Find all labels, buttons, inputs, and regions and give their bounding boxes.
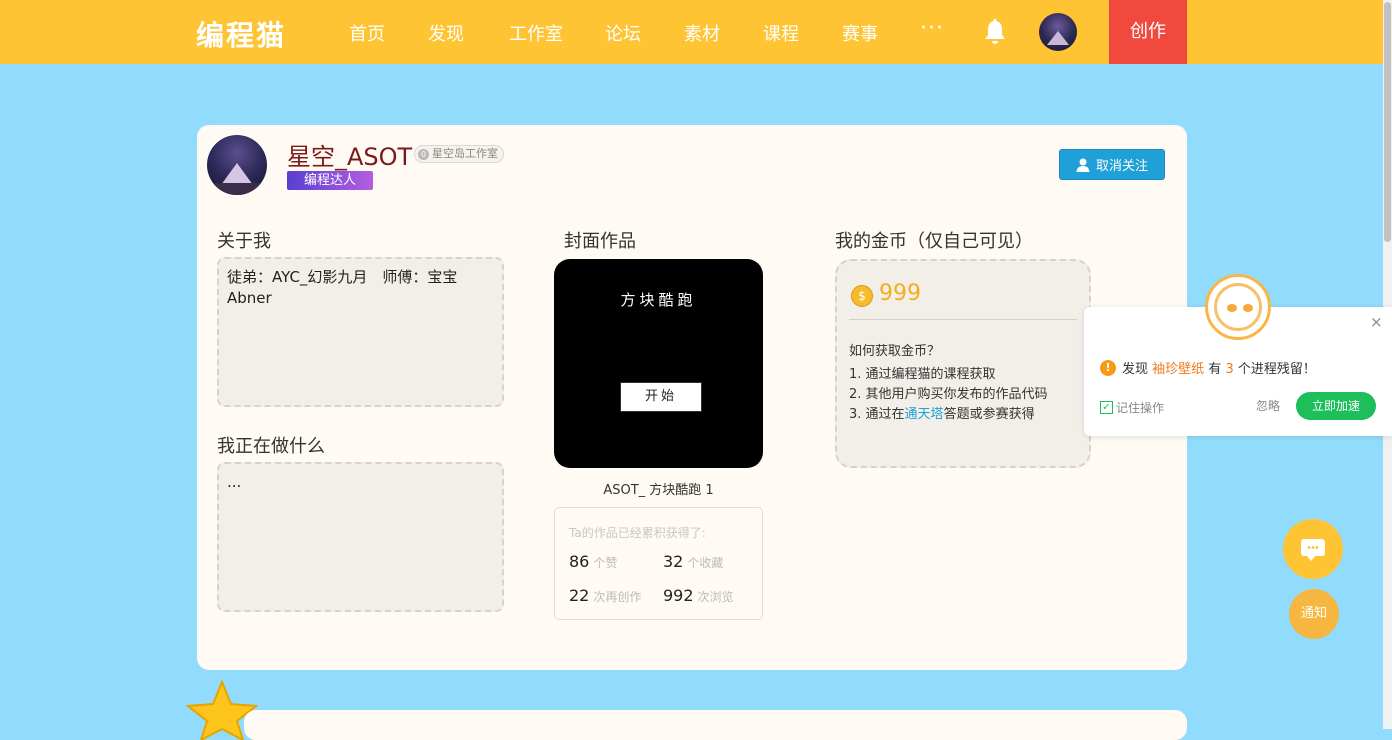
work-stats: Ta的作品已经累积获得了: 86 个赞 32 个收藏 22 次再创作 992 次浏览	[554, 507, 763, 620]
notice-button[interactable]: 通知	[1289, 589, 1339, 639]
coin-way-3: 3. 通过在通天塔答题或参赛获得	[849, 407, 1035, 422]
coins-box: $ 999 如何获取金币？ 1. 通过编程猫的课程获取 2. 其他用户购买你发布…	[835, 259, 1091, 468]
studio-badge[interactable]: 0 星空岛工作室	[414, 145, 504, 163]
site-logo[interactable]: 编程猫	[196, 14, 286, 54]
coin-way-2: 2. 其他用户购买你发布的作品代码	[849, 387, 1048, 402]
ignore-button[interactable]: 忽略	[1256, 397, 1280, 414]
chat-button[interactable]	[1283, 519, 1343, 579]
coins-title: 我的金币（仅自己可见）	[835, 231, 1033, 252]
nav-more-button[interactable]: ···	[920, 16, 944, 41]
coin-icon: $	[851, 285, 873, 307]
stat-likes: 86 个赞	[569, 552, 618, 571]
speed-up-button[interactable]: 立即加速	[1296, 392, 1376, 420]
stat-views: 992 次浏览	[663, 586, 734, 605]
top-navbar: 编程猫 首页 发现 工作室 论坛 素材 课程 赛事 ··· 创作	[0, 0, 1392, 64]
doing-title: 我正在做什么	[217, 436, 325, 457]
profile-avatar	[207, 135, 267, 195]
cover-art-start: 开始	[620, 382, 702, 412]
cover-work-image[interactable]: 方块酷跑 开始	[554, 259, 763, 468]
chat-bubble-icon	[1301, 539, 1325, 561]
warning-icon: !	[1100, 359, 1116, 376]
coin-way-1: 1. 通过编程猫的课程获取	[849, 367, 996, 382]
nav-home[interactable]: 首页	[349, 20, 385, 46]
about-title: 关于我	[217, 231, 271, 252]
tower-link[interactable]: 通天塔	[905, 407, 944, 422]
remember-checkbox[interactable]: ✓ 记住操作	[1100, 399, 1164, 416]
stat-remixes: 22 次再创作	[569, 586, 642, 605]
nav-contests[interactable]: 赛事	[842, 20, 878, 46]
check-icon: ✓	[1100, 401, 1113, 414]
about-box: 徒弟：AYC_幻影九月 师傅：宝宝Abner	[217, 257, 504, 407]
cover-title: 封面作品	[564, 231, 636, 252]
popup-message: ! 发现 袖珍壁纸 有 3 个进程残留！	[1100, 358, 1316, 377]
nav-studio[interactable]: 工作室	[509, 20, 563, 46]
profile-card: 星空_ASOT 0 星空岛工作室 编程达人 取消关注 关于我 徒弟：AYC_幻影…	[197, 125, 1187, 670]
close-icon[interactable]: ×	[1370, 313, 1383, 331]
stats-heading: Ta的作品已经累积获得了:	[569, 526, 706, 540]
nav-forum[interactable]: 论坛	[605, 20, 641, 46]
profile-username: 星空_ASOT	[287, 143, 413, 171]
unfollow-button[interactable]: 取消关注	[1059, 149, 1165, 180]
nav-courses[interactable]: 课程	[763, 20, 799, 46]
studio-name: 星空岛工作室	[432, 147, 498, 160]
coin-amount: 999	[879, 281, 921, 306]
studio-level-icon: 0	[418, 148, 429, 160]
expert-tag: 编程达人	[287, 171, 373, 190]
remember-label: 记住操作	[1116, 401, 1165, 415]
coin-divider	[849, 319, 1077, 320]
scrollbar-thumb[interactable]	[1384, 2, 1391, 242]
stat-favorites: 32 个收藏	[663, 552, 724, 571]
bell-icon[interactable]	[982, 18, 1008, 46]
user-icon	[1076, 158, 1090, 172]
create-button[interactable]: 创作	[1109, 0, 1187, 64]
user-avatar-menu[interactable]	[1039, 13, 1077, 51]
doing-box: ...	[217, 462, 504, 612]
nav-materials[interactable]: 素材	[684, 20, 720, 46]
coin-how-title: 如何获取金币？	[849, 344, 941, 359]
cover-work-name[interactable]: ASOT_ 方块酷跑 1	[554, 479, 763, 498]
nav-discover[interactable]: 发现	[428, 20, 464, 46]
cover-art-title: 方块酷跑	[620, 291, 697, 309]
works-card	[244, 710, 1187, 740]
unfollow-label: 取消关注	[1095, 159, 1148, 174]
mascot-icon	[1205, 274, 1271, 340]
